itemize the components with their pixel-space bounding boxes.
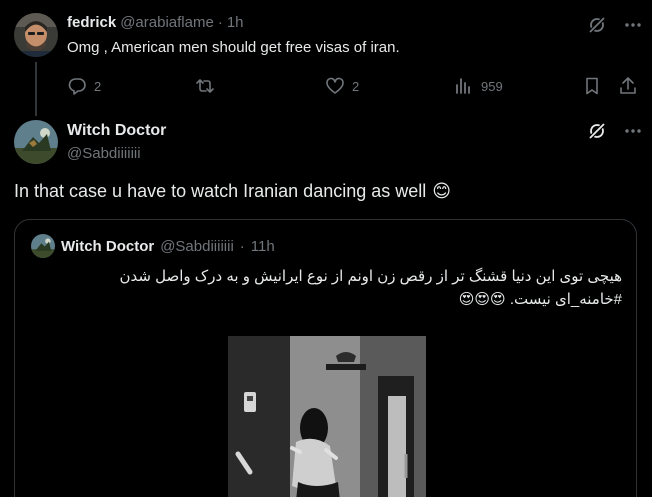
retweet-icon xyxy=(195,76,215,96)
avatar[interactable] xyxy=(14,120,58,164)
author-name[interactable]: Witch Doctor xyxy=(67,122,166,140)
share-icon xyxy=(618,76,638,96)
quoted-avatar xyxy=(31,234,55,258)
author-handle[interactable]: @Sabdiiiiiii xyxy=(67,145,141,162)
reply-tweet-header: fedrick @arabiaflame · 1h xyxy=(67,14,244,31)
reply-tweet-top-icons xyxy=(587,15,643,40)
main-tweet[interactable]: Witch Doctor @Sabdiiiiiii In that case u… xyxy=(0,116,652,497)
reply-tweet[interactable]: fedrick @arabiaflame · 1h Omg , American… xyxy=(0,0,652,116)
quoted-author-handle: @Sabdiiiiiii xyxy=(160,237,234,255)
tweet-text: Omg , American men should get free visas… xyxy=(67,39,400,56)
grok-icon[interactable] xyxy=(587,15,607,40)
tweet-text: In that case u have to watch Iranian dan… xyxy=(14,181,427,201)
smile-emoji: 😊 xyxy=(432,181,452,202)
separator: · xyxy=(217,14,223,31)
grok-icon[interactable] xyxy=(587,121,607,146)
more-icon[interactable] xyxy=(623,121,643,146)
reply-button[interactable]: 2 xyxy=(67,76,101,96)
like-icon xyxy=(325,76,345,96)
reply-count: 2 xyxy=(94,78,102,94)
main-tweet-top-icons xyxy=(587,121,643,146)
reply-icon xyxy=(67,76,87,96)
more-icon[interactable] xyxy=(623,15,643,40)
like-button[interactable]: 2 xyxy=(325,76,359,96)
bookmark-icon xyxy=(582,76,602,96)
quoted-author-name: Witch Doctor xyxy=(61,237,155,255)
avatar[interactable] xyxy=(14,13,58,57)
tweet-text-row: In that case u have to watch Iranian dan… xyxy=(14,181,451,202)
quoted-video-thumbnail[interactable] xyxy=(228,336,426,497)
quoted-tweet-header: Witch Doctor @Sabdiiiiiii · 11h xyxy=(31,234,275,258)
share-button[interactable] xyxy=(618,76,638,96)
views-button[interactable]: 959 xyxy=(454,76,503,96)
author-handle[interactable]: @arabiaflame xyxy=(120,14,214,31)
quoted-tweet[interactable]: Witch Doctor @Sabdiiiiiii · 11h هیچی توی… xyxy=(14,219,637,497)
views-count: 959 xyxy=(481,78,503,94)
retweet-button[interactable] xyxy=(195,76,215,96)
quoted-text-line-2: #خامنه_ای نیست. 😍😍😍 xyxy=(458,291,622,308)
quoted-text-line-1: هیچی توی این دنیا قشنگ تر از رقص زن اونم… xyxy=(119,268,623,285)
quoted-timestamp: 11h xyxy=(250,237,275,255)
quoted-tweet-text: هیچی توی این دنیا قشنگ تر از رقص زن اونم… xyxy=(62,265,623,311)
action-bar: 2 2 959 xyxy=(67,76,642,96)
bookmark-button[interactable] xyxy=(582,76,602,96)
separator: · xyxy=(239,237,245,255)
author-name[interactable]: fedrick xyxy=(67,14,116,31)
views-icon xyxy=(454,76,474,96)
timestamp[interactable]: 1h xyxy=(227,14,244,31)
like-count: 2 xyxy=(352,78,360,94)
